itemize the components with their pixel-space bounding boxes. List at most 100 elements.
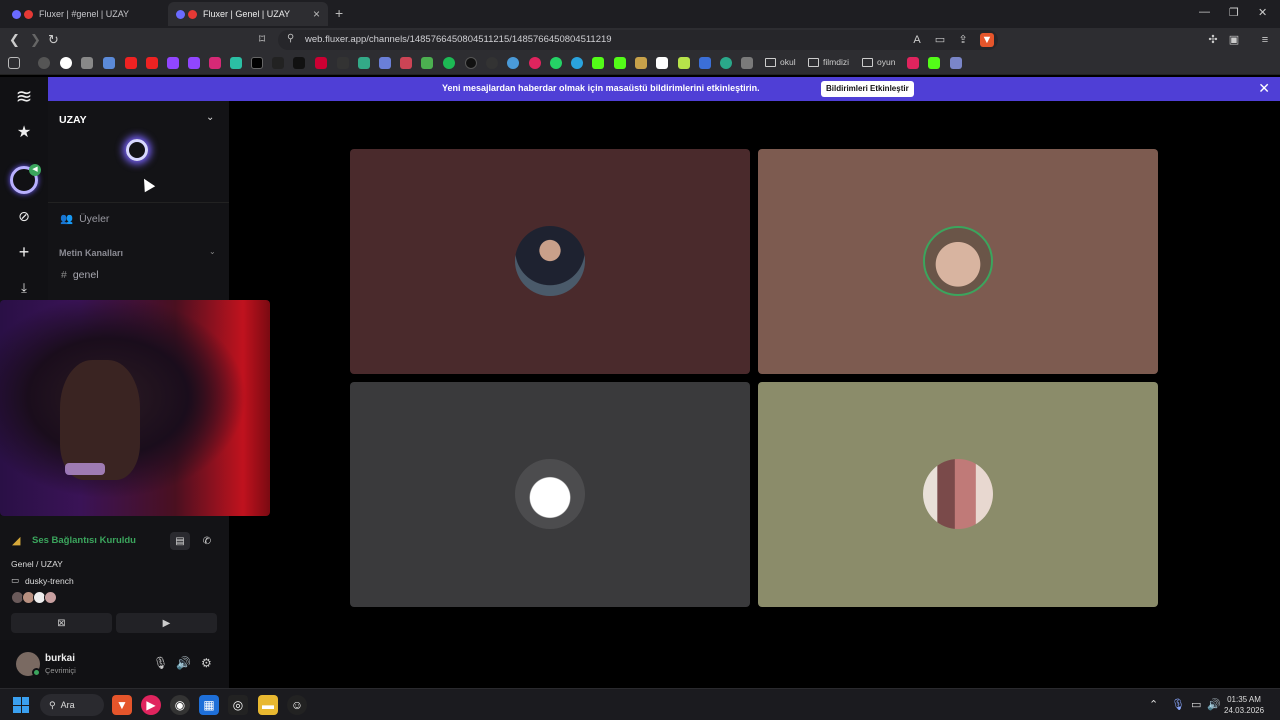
apps-grid-icon[interactable] xyxy=(8,57,20,69)
back-icon[interactable]: ❮ xyxy=(9,32,20,48)
bookmark-icon[interactable]: ⌑ xyxy=(259,32,265,46)
bookmark-site-icon[interactable] xyxy=(529,57,541,69)
youtube-icon[interactable] xyxy=(125,57,137,69)
app-icon[interactable]: ☺ xyxy=(287,695,307,715)
bookmark-site-icon[interactable] xyxy=(699,57,711,69)
bookmark-folder[interactable]: okul xyxy=(765,57,796,67)
video-tile[interactable] xyxy=(350,149,750,374)
share-icon[interactable]: ⇪ xyxy=(956,33,970,47)
explore-compass-icon[interactable]: ⊘ xyxy=(10,202,38,230)
history-icon[interactable] xyxy=(38,57,50,69)
chevron-up-icon[interactable]: ⌃ xyxy=(1149,698,1158,711)
bookmark-site-icon[interactable] xyxy=(81,57,93,69)
bookmark-site-icon[interactable] xyxy=(741,57,753,69)
browser-tab[interactable]: Fluxer | #genel | UZAY xyxy=(4,2,164,26)
video-tile[interactable] xyxy=(758,382,1158,607)
media-player-icon[interactable]: ▶ xyxy=(141,695,161,715)
new-tab-button[interactable]: + xyxy=(335,5,343,21)
screen-share-button[interactable]: ▶ xyxy=(116,613,217,633)
enable-notifications-button[interactable]: Bildirimleri Etkinleştir xyxy=(821,81,914,97)
google-icon[interactable] xyxy=(60,57,72,69)
close-tab-icon[interactable]: × xyxy=(313,7,320,21)
app-icon[interactable]: ◎ xyxy=(228,695,248,715)
bookmark-site-icon[interactable] xyxy=(272,57,284,69)
bookmark-site-icon[interactable] xyxy=(950,57,962,69)
chevron-down-icon[interactable]: ⌄ xyxy=(209,247,216,256)
bookmark-site-icon[interactable] xyxy=(230,57,242,69)
app-icon[interactable]: ◉ xyxy=(170,695,190,715)
file-explorer-icon[interactable]: ▬ xyxy=(258,695,278,715)
disconnect-call-button[interactable]: ✆ xyxy=(197,532,217,550)
x-icon[interactable] xyxy=(251,57,263,69)
bookmark-site-icon[interactable] xyxy=(465,57,477,69)
bookmark-site-icon[interactable] xyxy=(678,57,690,69)
cast-icon[interactable]: ▭ xyxy=(933,33,947,47)
bookmark-site-icon[interactable] xyxy=(907,57,919,69)
kick-icon[interactable] xyxy=(592,57,604,69)
browser-tab-active[interactable]: Fluxer | Genel | UZAY × xyxy=(168,2,328,26)
avatar[interactable] xyxy=(44,591,57,604)
photos-icon[interactable]: ▦ xyxy=(199,695,219,715)
bookmark-site-icon[interactable] xyxy=(656,57,668,69)
bookmark-site-icon[interactable] xyxy=(379,57,391,69)
kick-icon[interactable] xyxy=(928,57,940,69)
microphone-icon[interactable]: 🎙 xyxy=(153,656,168,670)
restore-icon[interactable]: ❐ xyxy=(1229,6,1239,19)
bookmark-site-icon[interactable] xyxy=(315,57,327,69)
volume-icon[interactable]: 🔊 xyxy=(1207,698,1221,711)
telegram-icon[interactable] xyxy=(571,57,583,69)
brave-shield-icon[interactable]: ▼ xyxy=(980,33,994,47)
instagram-icon[interactable] xyxy=(209,57,221,69)
favorites-star-icon[interactable]: ★ xyxy=(10,118,38,146)
members-link[interactable]: 👥 Üyeler xyxy=(60,212,109,226)
channel-item-genel[interactable]: # genel xyxy=(61,269,99,281)
whatsapp-icon[interactable] xyxy=(550,57,562,69)
kick-icon[interactable] xyxy=(614,57,626,69)
site-info-icon[interactable]: ⚲ xyxy=(287,33,294,44)
reload-icon[interactable]: ↻ xyxy=(48,32,59,48)
close-window-icon[interactable]: ✕ xyxy=(1258,6,1267,19)
taskbar-search[interactable]: ⚲ Ara xyxy=(40,694,104,716)
server-name[interactable]: UZAY xyxy=(59,114,87,126)
bookmark-site-icon[interactable] xyxy=(358,57,370,69)
text-channels-header[interactable]: Metin Kanalları xyxy=(59,248,123,258)
stream-row[interactable]: ▭ dusky-trench xyxy=(11,575,74,586)
username[interactable]: burkai xyxy=(45,653,75,664)
twitch-icon[interactable] xyxy=(167,57,179,69)
headphones-icon[interactable]: 🔊 xyxy=(176,656,191,670)
voice-location[interactable]: Genel / UZAY xyxy=(11,559,63,569)
self-camera-preview[interactable] xyxy=(0,300,270,516)
download-icon[interactable]: ⤓ xyxy=(10,274,38,302)
translate-icon[interactable]: A xyxy=(910,33,924,47)
close-icon[interactable]: ✕ xyxy=(1258,80,1270,97)
sidebar-toggle-icon[interactable]: ▣ xyxy=(1227,33,1241,47)
noise-suppression-button[interactable]: ▤ xyxy=(170,532,190,550)
brave-browser-icon[interactable]: ▼ xyxy=(112,695,132,715)
bookmark-site-icon[interactable] xyxy=(720,57,732,69)
youtube-icon[interactable] xyxy=(146,57,158,69)
drive-icon[interactable] xyxy=(421,57,433,69)
menu-icon[interactable]: ≡ xyxy=(1258,33,1272,47)
extensions-icon[interactable]: ✣ xyxy=(1206,33,1220,47)
twitch-icon[interactable] xyxy=(188,57,200,69)
system-clock[interactable]: 01:35 AM 24.03.2026 xyxy=(1224,694,1264,716)
bookmark-site-icon[interactable] xyxy=(507,57,519,69)
voice-status[interactable]: Ses Bağlantısı Kuruldu xyxy=(32,535,136,546)
windows-start-icon[interactable] xyxy=(13,697,29,713)
address-bar[interactable]: ⚲ web.fluxer.app/channels/14857664508045… xyxy=(278,30,998,50)
add-server-icon[interactable]: + xyxy=(10,238,38,266)
gear-icon[interactable]: ⚙ xyxy=(201,656,212,670)
github-icon[interactable] xyxy=(486,57,498,69)
camera-toggle-button[interactable]: ⊠ xyxy=(11,613,112,633)
forward-icon[interactable]: ❯ xyxy=(30,32,41,48)
tiktok-icon[interactable] xyxy=(293,57,305,69)
bookmark-site-icon[interactable] xyxy=(635,57,647,69)
display-icon[interactable]: ▭ xyxy=(1191,698,1201,711)
minimize-icon[interactable]: — xyxy=(1199,6,1210,18)
bookmark-site-icon[interactable] xyxy=(337,57,349,69)
spotify-icon[interactable] xyxy=(443,57,455,69)
gemini-icon[interactable] xyxy=(103,57,115,69)
bookmark-folder[interactable]: filmdizi xyxy=(808,57,849,67)
video-tile[interactable] xyxy=(758,149,1158,374)
bookmark-site-icon[interactable] xyxy=(400,57,412,69)
